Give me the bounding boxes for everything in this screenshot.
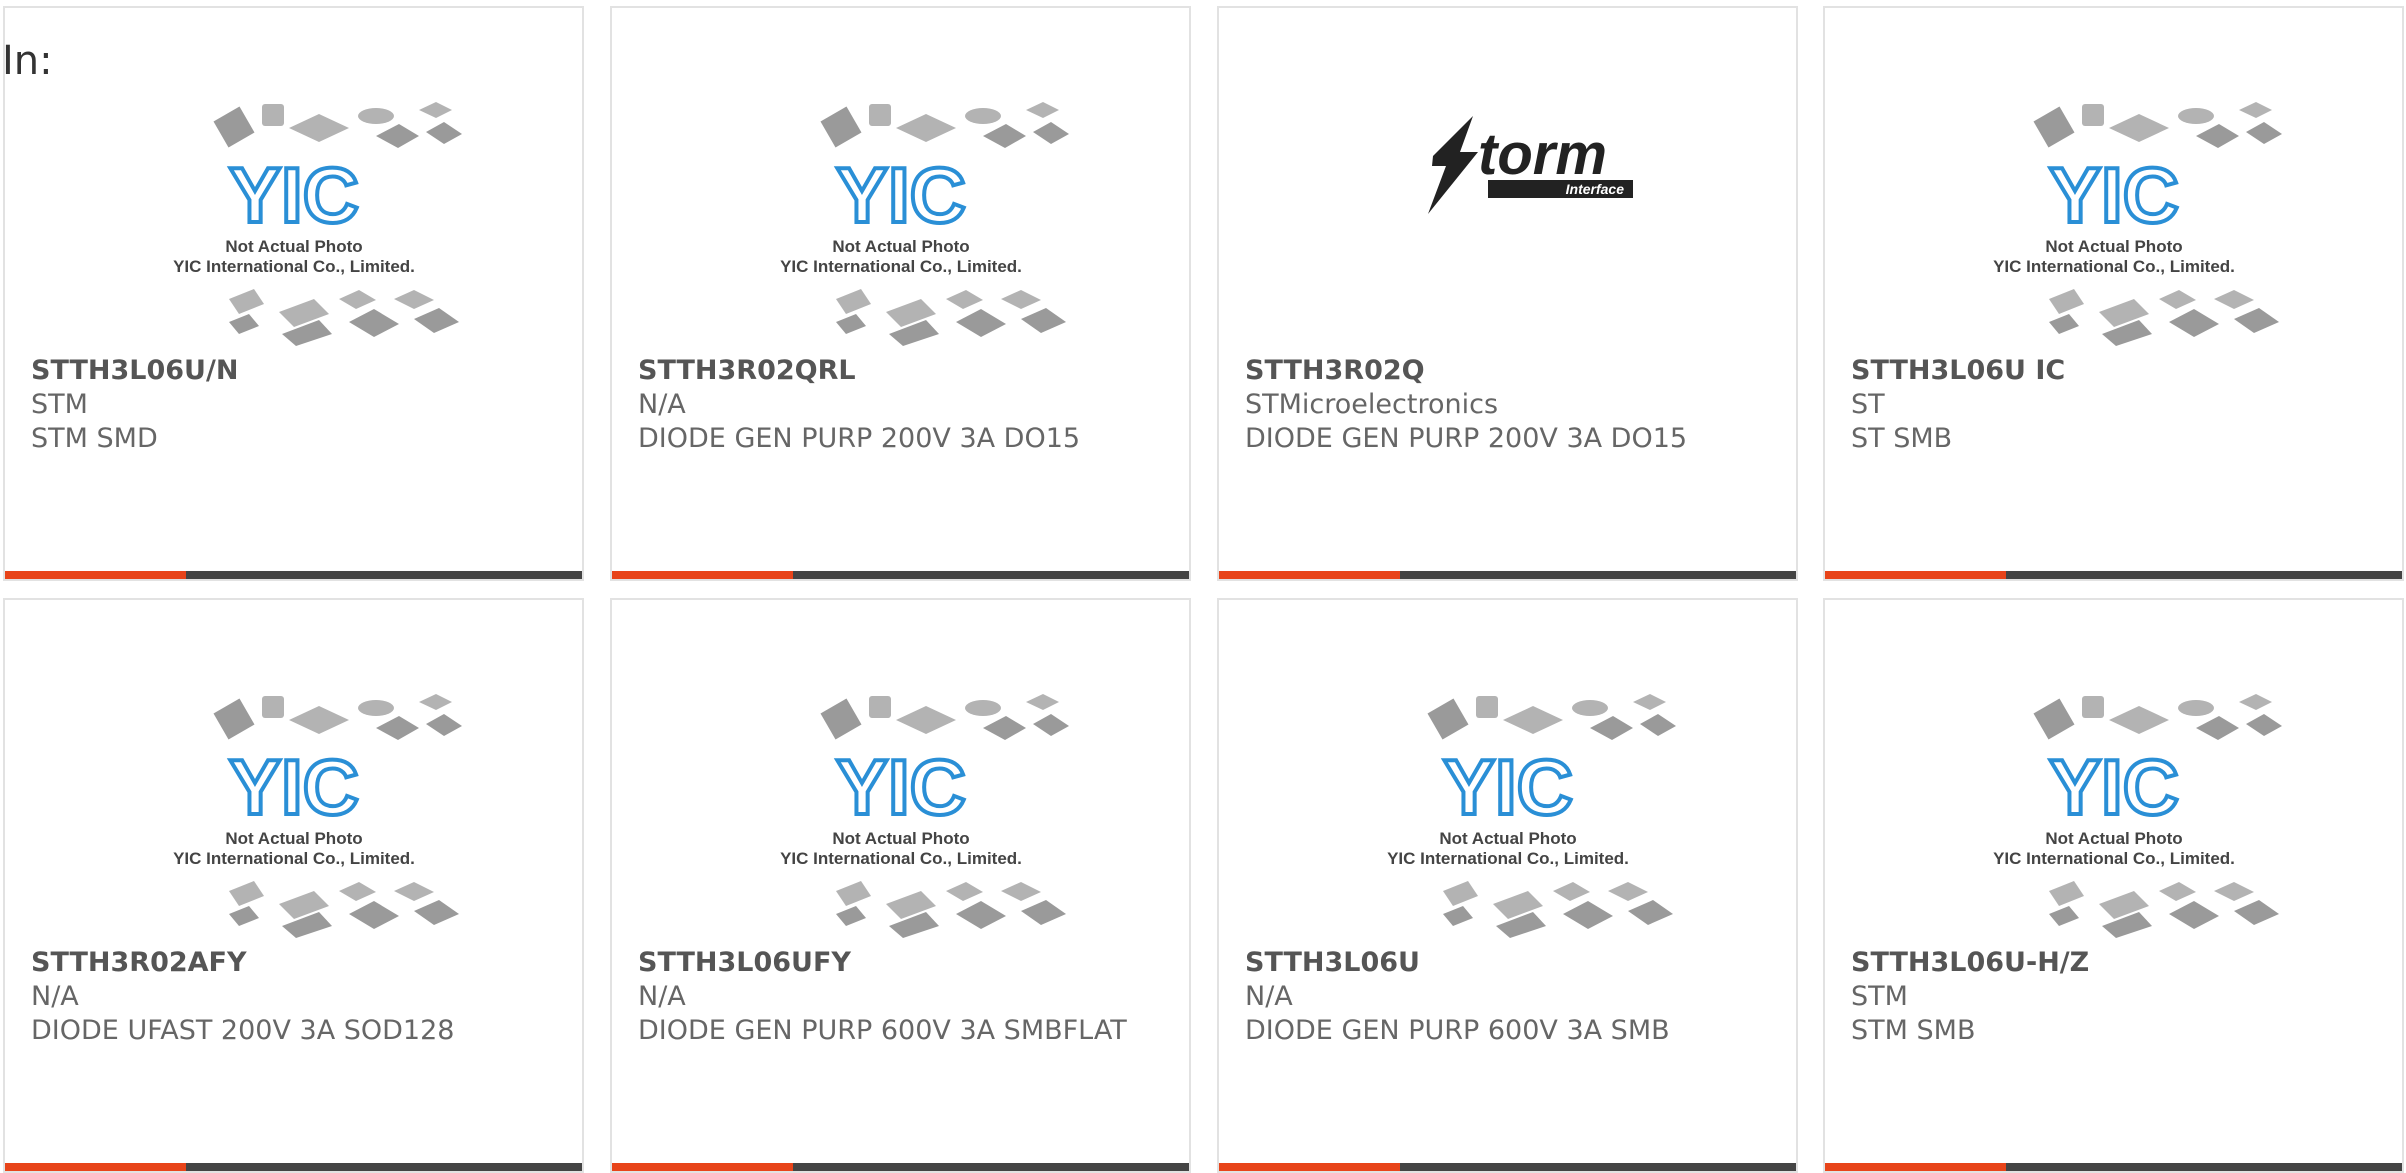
part-number-link[interactable]: STTH3L06U [1245, 946, 1776, 980]
card-bottom-bar [1825, 571, 2402, 579]
yic-logo-text: YIC [1442, 743, 1572, 831]
svg-text:YIC International Co., Limited: YIC International Co., Limited. [173, 849, 415, 868]
card-bottom-bar [612, 571, 1189, 579]
product-card[interactable]: torm Interface STTH3R02Q STMicroelectronics… [1217, 6, 1798, 581]
product-info: STTH3L06U/N STM STM SMD [31, 354, 562, 456]
product-placeholder-image[interactable]: YIC Not Actual Photo YIC International Co.… [1219, 686, 1796, 946]
product-card[interactable]: YIC Not Actual Photo YIC International Co.… [1823, 598, 2404, 1173]
yic-logo-text: YIC [835, 151, 965, 239]
manufacturer: N/A [638, 981, 686, 1012]
product-info: STTH3L06U N/A DIODE GEN PURP 600V 3A SMB [1245, 946, 1776, 1048]
card-bottom-bar [1219, 571, 1796, 579]
description: DIODE GEN PURP 200V 3A DO15 [638, 423, 1081, 454]
svg-text:Not Actual Photo: Not Actual Photo [1439, 829, 1576, 848]
storm-logo-image[interactable]: torm Interface [1219, 94, 1796, 354]
svg-text:Not Actual Photo: Not Actual Photo [225, 829, 362, 848]
product-card[interactable]: YIC Not Actual Photo YIC International Co.… [3, 6, 584, 581]
product-card[interactable]: YIC Not Actual Photo YIC International Co.… [1217, 598, 1798, 1173]
product-card[interactable]: YIC Not Actual Photo YIC International Co.… [610, 6, 1191, 581]
part-number-link[interactable]: STTH3L06U/N [31, 354, 562, 388]
card-accent-bar [1219, 571, 1400, 579]
manufacturer: N/A [638, 389, 686, 420]
product-info: STTH3R02QRL N/A DIODE GEN PURP 200V 3A DO1… [638, 354, 1169, 456]
yic-logo-text: YIC [835, 743, 965, 831]
svg-text:YIC International Co., Limited: YIC International Co., Limited. [1993, 257, 2235, 276]
product-card[interactable]: YIC Not Actual Photo YIC International Co.… [1823, 6, 2404, 581]
product-placeholder-image[interactable]: YIC Not Actual Photo YIC International Co.… [612, 686, 1189, 946]
card-accent-bar [1219, 1163, 1400, 1171]
product-info: STTH3R02Q STMicroelectronics DIODE GEN PUR… [1245, 354, 1776, 456]
product-placeholder-image[interactable]: YIC Not Actual Photo YIC International Co.… [612, 94, 1189, 354]
manufacturer: STMicroelectronics [1245, 389, 1499, 420]
card-accent-bar [612, 1163, 793, 1171]
yic-logo-text: YIC [228, 743, 358, 831]
product-placeholder-image[interactable]: YIC Not Actual Photo YIC International Co.… [5, 686, 582, 946]
manufacturer: STM [1851, 981, 1908, 1012]
svg-text:Not Actual Photo: Not Actual Photo [832, 829, 969, 848]
description: DIODE GEN PURP 600V 3A SMB [1245, 1015, 1670, 1046]
part-number-link[interactable]: STTH3L06U-H/Z [1851, 946, 2382, 980]
yic-logo-text: YIC [2048, 151, 2178, 239]
svg-text:Not Actual Photo: Not Actual Photo [225, 237, 362, 256]
svg-text:YIC International Co., Limited: YIC International Co., Limited. [780, 257, 1022, 276]
card-bottom-bar [5, 1163, 582, 1171]
product-placeholder-image[interactable]: YIC Not Actual Photo YIC International Co.… [1825, 94, 2402, 354]
description: STM SMB [1851, 1015, 1976, 1046]
svg-text:Interface: Interface [1565, 181, 1624, 197]
svg-text:YIC International Co., Limited: YIC International Co., Limited. [780, 849, 1022, 868]
manufacturer: STM [31, 389, 88, 420]
manufacturer: ST [1851, 389, 1885, 420]
filter-in-label: In: [2, 38, 53, 84]
svg-text:YIC International Co., Limited: YIC International Co., Limited. [173, 257, 415, 276]
part-number-link[interactable]: STTH3R02Q [1245, 354, 1776, 388]
card-bottom-bar [612, 1163, 1189, 1171]
part-number-link[interactable]: STTH3R02QRL [638, 354, 1169, 388]
card-accent-bar [5, 571, 186, 579]
description: ST SMB [1851, 423, 1953, 454]
description: STM SMD [31, 423, 158, 454]
part-number-link[interactable]: STTH3R02AFY [31, 946, 562, 980]
product-info: STTH3L06U-H/Z STM STM SMB [1851, 946, 2382, 1048]
svg-text:Not Actual Photo: Not Actual Photo [2045, 237, 2182, 256]
description: DIODE GEN PURP 600V 3A SMBFLAT [638, 1015, 1127, 1046]
card-accent-bar [1825, 571, 2006, 579]
product-info: STTH3R02AFY N/A DIODE UFAST 200V 3A SOD128 [31, 946, 562, 1048]
product-placeholder-image[interactable]: YIC Not Actual Photo YIC International Co.… [5, 94, 582, 354]
product-info: STTH3L06U IC ST ST SMB [1851, 354, 2382, 456]
product-card[interactable]: YIC Not Actual Photo YIC International Co.… [3, 598, 584, 1173]
yic-logo-text: YIC [2048, 743, 2178, 831]
yic-logo-text: YIC [228, 151, 358, 239]
product-grid: YIC Not Actual Photo YIC International Co.… [0, 0, 2406, 1173]
product-placeholder-image[interactable]: YIC Not Actual Photo YIC International Co.… [1825, 686, 2402, 946]
svg-text:YIC International Co., Limited: YIC International Co., Limited. [1993, 849, 2235, 868]
description: DIODE UFAST 200V 3A SOD128 [31, 1015, 455, 1046]
card-bottom-bar [1825, 1163, 2402, 1171]
part-number-link[interactable]: STTH3L06U IC [1851, 354, 2382, 388]
storm-logo-text: torm [1478, 122, 1607, 187]
svg-text:Not Actual Photo: Not Actual Photo [832, 237, 969, 256]
manufacturer: N/A [31, 981, 79, 1012]
card-accent-bar [1825, 1163, 2006, 1171]
product-info: STTH3L06UFY N/A DIODE GEN PURP 600V 3A SMB… [638, 946, 1169, 1048]
svg-text:YIC International Co., Limited: YIC International Co., Limited. [1387, 849, 1629, 868]
svg-text:Not Actual Photo: Not Actual Photo [2045, 829, 2182, 848]
part-number-link[interactable]: STTH3L06UFY [638, 946, 1169, 980]
card-bottom-bar [1219, 1163, 1796, 1171]
manufacturer: N/A [1245, 981, 1293, 1012]
card-bottom-bar [5, 571, 582, 579]
product-card[interactable]: YIC Not Actual Photo YIC International Co.… [610, 598, 1191, 1173]
card-accent-bar [5, 1163, 186, 1171]
description: DIODE GEN PURP 200V 3A DO15 [1245, 423, 1688, 454]
card-accent-bar [612, 571, 793, 579]
